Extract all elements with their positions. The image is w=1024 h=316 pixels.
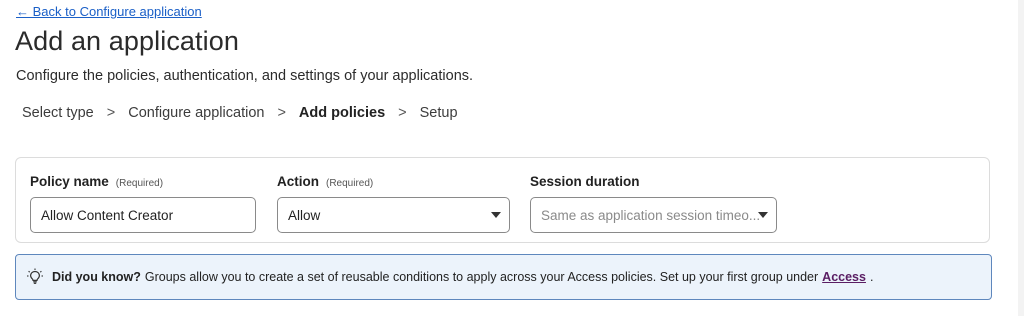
policy-card: Policy name (Required) Allow Content Cre… [15, 157, 990, 243]
required-indicator: (Required) [115, 178, 164, 189]
page-title: Add an application [15, 26, 239, 56]
page: ← Back to Configure application Add an a… [0, 0, 1024, 316]
chevron-down-icon [491, 212, 501, 218]
step-separator: > [106, 105, 116, 121]
session-duration-label: Session duration [530, 174, 777, 189]
stepper: Select type > Configure application > Ad… [22, 105, 458, 121]
chevron-down-icon [758, 212, 768, 218]
action-value: Allow [288, 207, 321, 223]
session-duration-select[interactable]: Same as application session timeo... [530, 197, 777, 233]
required-indicator: (Required) [326, 178, 374, 189]
policy-name-label-text: Policy name [30, 174, 109, 189]
step-select-type[interactable]: Select type [22, 105, 94, 121]
step-add-policies: Add policies [298, 105, 386, 121]
action-field: Action (Required) Allow [277, 174, 510, 233]
session-duration-placeholder: Same as application session timeo... [541, 207, 761, 223]
policy-name-input[interactable]: Allow Content Creator [30, 197, 256, 233]
session-duration-field: Session duration Same as application ses… [530, 174, 777, 233]
session-duration-label-text: Session duration [530, 174, 640, 189]
tip-text: Groups allow you to create a set of reus… [144, 270, 819, 284]
did-you-know-banner: Did you know? Groups allow you to create… [15, 254, 992, 300]
action-label-text: Action [277, 174, 319, 189]
action-select[interactable]: Allow [277, 197, 510, 233]
scrollbar-track[interactable] [1018, 0, 1024, 316]
policy-name-value: Allow Content Creator [41, 207, 174, 223]
step-configure-application[interactable]: Configure application [128, 105, 264, 121]
tip-suffix: . [869, 270, 874, 284]
back-to-configure-link[interactable]: ← Back to Configure application [16, 4, 202, 19]
step-setup[interactable]: Setup [420, 105, 458, 121]
step-separator: > [277, 105, 286, 121]
step-separator: > [398, 105, 407, 121]
access-link[interactable]: Access [822, 270, 866, 284]
policy-name-label: Policy name (Required) [30, 174, 256, 189]
page-subtitle: Configure the policies, authentication, … [16, 68, 474, 84]
policy-name-field: Policy name (Required) Allow Content Cre… [30, 174, 256, 233]
tip-title: Did you know? [52, 270, 141, 284]
lightbulb-icon [26, 268, 44, 286]
action-label: Action (Required) [277, 174, 510, 189]
